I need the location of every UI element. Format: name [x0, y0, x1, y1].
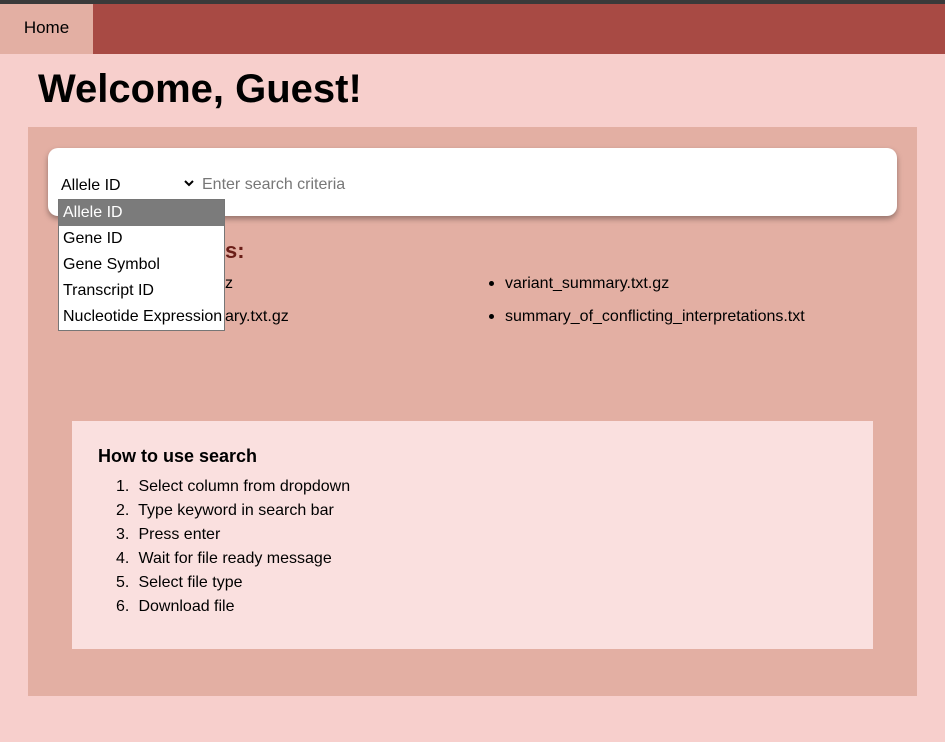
howto-step-text: Download file — [138, 598, 235, 615]
top-navbar: Home — [0, 4, 945, 54]
howto-step: 5. Select file type — [116, 574, 243, 591]
file-link[interactable]: z — [209, 274, 233, 294]
dropdown-option-gene-id[interactable]: Gene ID — [59, 226, 224, 252]
howto-step-text: Type keyword in search bar — [138, 502, 334, 519]
howto-step: 1. Select column from dropdown — [116, 478, 351, 495]
file-link[interactable]: variant_summary.txt.gz — [488, 274, 669, 294]
page-title: Welcome, Guest! — [38, 67, 362, 111]
dropdown-option-gene-symbol[interactable]: Gene Symbol — [59, 252, 224, 278]
howto-card: How to use search 1. Select column from … — [72, 421, 873, 649]
dropdown-option-nucleotide-expression[interactable]: Nucleotide Expression — [59, 304, 224, 330]
search-input[interactable] — [198, 172, 886, 198]
howto-step-text: Select column from dropdown — [138, 478, 351, 495]
file-link[interactable]: ary.txt.gz — [209, 307, 289, 327]
howto-step-text: Wait for file ready message — [138, 550, 332, 567]
column-select[interactable]: Allele ID — [61, 175, 194, 197]
howto-step: 4. Wait for file ready message — [116, 550, 332, 567]
dropdown-option-allele-id[interactable]: Allele ID — [59, 200, 224, 226]
files-heading: s: — [225, 238, 245, 263]
howto-steps-list: 1. Select column from dropdown 2. Type k… — [116, 475, 350, 619]
howto-step: 3. Press enter — [116, 526, 221, 543]
howto-step: 6. Download file — [116, 598, 235, 615]
dropdown-option-transcript-id[interactable]: Transcript ID — [59, 278, 224, 304]
chevron-down-icon — [184, 180, 194, 187]
column-dropdown-list: Allele ID Gene ID Gene Symbol Transcript… — [58, 199, 225, 331]
howto-step-text: Press enter — [138, 526, 221, 543]
file-link[interactable]: summary_of_conflicting_interpretations.t… — [489, 307, 805, 327]
howto-step: 2. Type keyword in search bar — [116, 502, 334, 519]
howto-title: How to use search — [98, 446, 258, 466]
nav-home-tab[interactable]: Home — [0, 4, 93, 54]
howto-step-text: Select file type — [138, 574, 243, 591]
column-select-value: Allele ID — [61, 177, 121, 194]
